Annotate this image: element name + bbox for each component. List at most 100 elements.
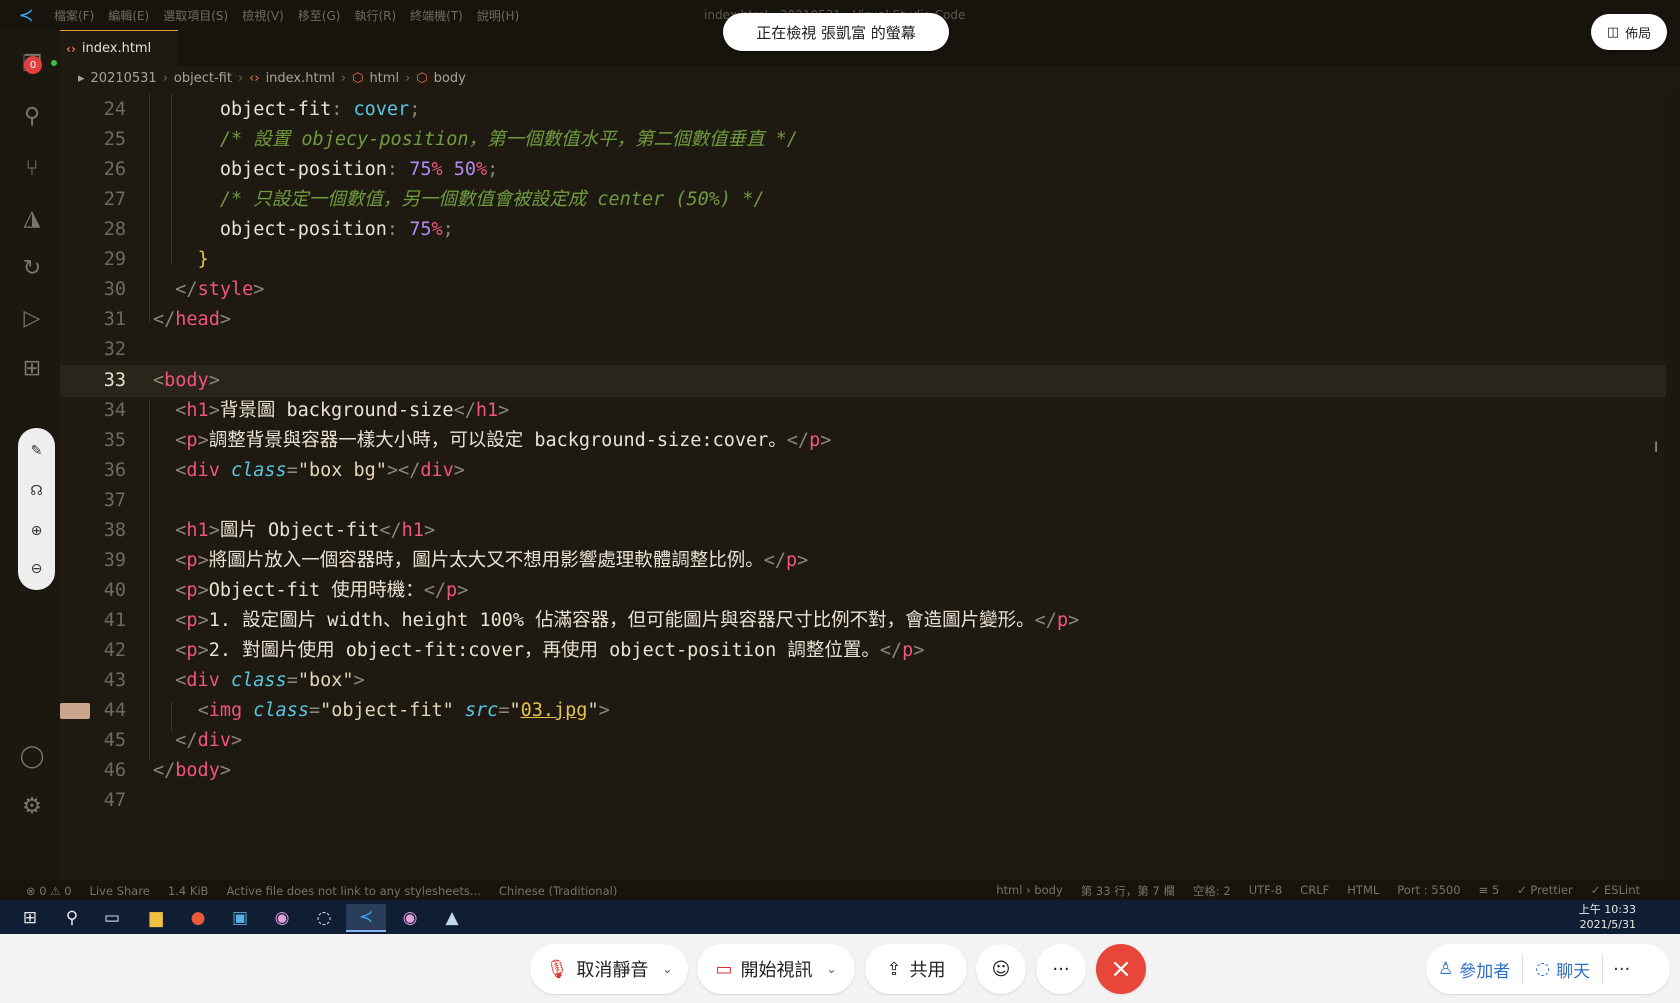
start-video-button[interactable]: ▭ 開始視訊 ⌄ xyxy=(697,944,855,994)
code-line: 38 <h1>圖片 Object-fit</h1> xyxy=(103,520,436,541)
code-line: 41 <p>1. 設定圖片 width、height 100% 佔滿容器，但可能… xyxy=(103,610,1080,631)
code-line: 42 <p>2. 對圖片使用 object-fit:cover，再使用 obje… xyxy=(103,640,925,661)
breadcrumb-item[interactable]: body xyxy=(434,71,466,86)
taskbar-app-icon[interactable]: ▣ xyxy=(220,904,260,932)
menu-run[interactable]: 執行(R) xyxy=(354,7,396,24)
encoding-status[interactable]: UTF-8 xyxy=(1249,883,1283,899)
account-icon[interactable]: ◯ xyxy=(18,742,46,770)
share-button[interactable]: ⇪ 共用 xyxy=(865,944,967,994)
taskbar-search-icon[interactable]: ⚲ xyxy=(52,904,92,932)
spell-language-status[interactable]: Chinese (Traditional) xyxy=(499,884,617,898)
taskbar-app-icon[interactable]: ◉ xyxy=(390,904,430,932)
task-view-icon[interactable]: ▭ xyxy=(92,904,132,932)
end-meeting-button[interactable]: × xyxy=(1096,944,1146,994)
chat-button[interactable]: ◌ 聊天 xyxy=(1523,957,1602,982)
code-line: 44 <img class="object-fit" src="03.jpg"> xyxy=(60,695,1680,727)
live-share-status[interactable]: Live Share xyxy=(90,884,150,898)
photos-icon[interactable]: ▲ xyxy=(432,904,472,932)
taskbar-clock[interactable]: 上午 10:33 2021/5/31 xyxy=(1579,902,1636,932)
html-file-icon: ‹› xyxy=(66,41,76,56)
participants-label: 參加者 xyxy=(1459,961,1511,982)
chrome-icon[interactable]: ● xyxy=(178,904,218,932)
menu-terminal[interactable]: 終端機(T) xyxy=(410,7,463,24)
prettier-status[interactable]: ✓ Prettier xyxy=(1517,883,1573,899)
code-line: 46 </body> xyxy=(103,760,231,781)
editor-scrollbar[interactable] xyxy=(1666,90,1680,880)
run-debug-icon[interactable]: ▷ xyxy=(18,304,46,332)
menu-bar: 檔案(F) 編輯(E) 選取項目(S) 檢視(V) 移至(G) 執行(R) 終端… xyxy=(52,7,519,24)
menu-file[interactable]: 檔案(F) xyxy=(54,7,94,24)
menu-selection[interactable]: 選取項目(S) xyxy=(163,7,228,24)
code-line: 28 object-position: 75%; xyxy=(103,219,454,240)
code-line: 36 <div class="box bg"></div> xyxy=(103,460,465,481)
tab-index-html[interactable]: ‹› index.html xyxy=(60,30,178,66)
participants-button[interactable]: ♙ 參加者 xyxy=(1426,957,1522,982)
unmute-button[interactable]: 🎙 取消靜音 ⌄ xyxy=(530,944,688,994)
chevron-down-icon[interactable]: ⌄ xyxy=(826,962,836,976)
eol-status[interactable]: CRLF xyxy=(1300,883,1329,899)
chat-bubble-icon: ◌ xyxy=(1535,959,1551,979)
code-line: 43 <div class="box"> xyxy=(103,670,365,691)
mic-muted-icon: 🎙 xyxy=(545,958,569,980)
cursor-position-status[interactable]: 第 33 行，第 7 欄 xyxy=(1081,883,1175,899)
screen-share-banner: 正在檢視 張凱富 的螢幕 xyxy=(723,13,949,51)
indent-status[interactable]: 空格: 2 xyxy=(1193,883,1231,899)
language-mode-status[interactable]: HTML xyxy=(1347,883,1379,899)
code-editor[interactable]: 24 object-fit: cover; 25 /* 設置 objecy-po… xyxy=(60,94,1680,876)
code-line: 37 xyxy=(103,490,126,511)
code-line: 35 <p>調整背景與容器一樣大小時，可以設定 background-size:… xyxy=(103,430,832,451)
chevron-right-icon: › xyxy=(162,70,168,86)
breadcrumb-item[interactable]: 20210531 xyxy=(91,71,157,86)
layout-icon: ◫ xyxy=(1606,24,1620,40)
menu-view[interactable]: 檢視(V) xyxy=(242,7,284,24)
panel-more-icon[interactable]: ··· xyxy=(1603,959,1630,980)
vscode-taskbar-icon[interactable]: ≺ xyxy=(346,904,386,932)
breadcrumb-item[interactable]: object-fit xyxy=(174,71,232,86)
unmute-label: 取消靜音 xyxy=(576,960,649,981)
breadcrumb: ▸ 20210531 › object-fit › ‹› index.html … xyxy=(60,66,1680,90)
eslint-status[interactable]: ✓ ESLint xyxy=(1591,883,1640,899)
menu-edit[interactable]: 編輯(E) xyxy=(108,7,149,24)
file-size-status: 1.4 KiB xyxy=(167,884,209,898)
code-line-current: 33 <body> xyxy=(60,365,1680,397)
taskbar-app-icon[interactable]: ◉ xyxy=(262,904,302,932)
chevron-right-icon: › xyxy=(237,70,244,86)
menu-help[interactable]: 說明(H) xyxy=(477,7,519,24)
code-line: 34 <h1>背景圖 background-size</h1> xyxy=(103,400,510,421)
remote-control-icon[interactable]: ☊ xyxy=(18,476,55,506)
zoom-in-icon[interactable]: ⊕ xyxy=(18,516,55,546)
taskbar-app-icon[interactable]: ◌ xyxy=(304,904,344,932)
extensions-icon[interactable]: ⊞ xyxy=(18,354,46,382)
reactions-button[interactable]: ☺ xyxy=(976,944,1026,994)
code-line: 45 </div> xyxy=(103,730,243,751)
stylesheet-status[interactable]: Active file does not link to any stylesh… xyxy=(226,884,480,898)
source-control-icon[interactable]: ⑂ xyxy=(18,154,46,182)
extra-status[interactable]: ≡ 5 xyxy=(1479,883,1500,899)
problems-status[interactable]: ⊗ 0 ⚠ 0 xyxy=(26,884,72,898)
smiley-icon: ☺ xyxy=(991,958,1011,980)
recording-badge: 0 xyxy=(24,56,42,74)
shared-screen: ≺ 檔案(F) 編輯(E) 選取項目(S) 檢視(V) 移至(G) 執行(R) … xyxy=(0,0,1680,934)
panel-controls: ♙ 參加者 ◌ 聊天 ··· xyxy=(1426,944,1670,994)
chevron-down-icon[interactable]: ⌄ xyxy=(662,962,672,976)
live-server-status[interactable]: Port : 5500 xyxy=(1397,883,1460,899)
folder-icon: ▸ xyxy=(78,70,85,86)
file-explorer-icon[interactable]: ▆ xyxy=(136,904,176,932)
code-line: 25 /* 設置 objecy-position，第一個數值水平，第二個數值垂直… xyxy=(103,129,798,150)
code-line: 26 object-position: 75% 50%; xyxy=(103,159,499,180)
annotate-pen-icon[interactable]: ✎ xyxy=(18,436,55,466)
chevron-right-icon: › xyxy=(340,70,347,86)
start-video-label: 開始視訊 xyxy=(740,960,813,981)
menu-go[interactable]: 移至(G) xyxy=(298,7,341,24)
breadcrumb-item[interactable]: html xyxy=(369,71,399,86)
windows-start-icon[interactable]: ⊞ xyxy=(10,904,50,932)
azure-icon[interactable]: ◮ xyxy=(18,204,46,232)
live-share-icon[interactable]: ↻ xyxy=(18,254,46,282)
search-icon[interactable]: ⚲ xyxy=(18,102,46,130)
settings-gear-icon[interactable]: ⚙ xyxy=(18,792,46,820)
zoom-out-icon[interactable]: ⊖ xyxy=(18,554,55,584)
more-options-button[interactable]: ··· xyxy=(1036,944,1086,994)
breadcrumb-item[interactable]: index.html xyxy=(266,71,335,86)
layout-button[interactable]: ◫ 佈局 xyxy=(1591,14,1667,50)
code-line: 47 xyxy=(103,790,126,811)
